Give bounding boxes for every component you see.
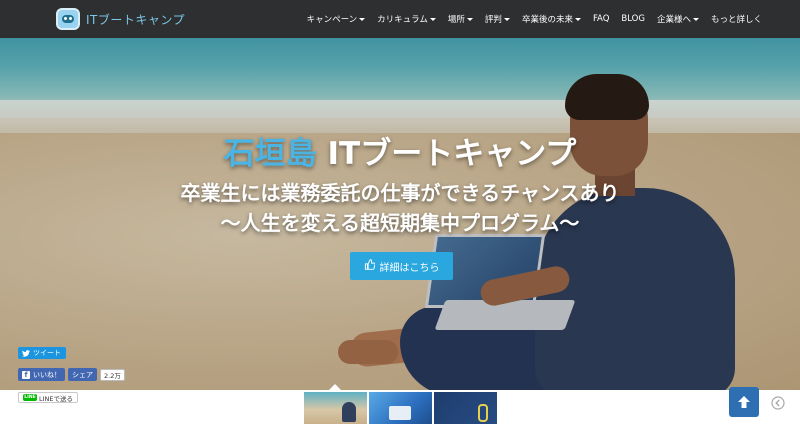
slide-thumbnail-1[interactable]	[304, 392, 367, 424]
facebook-like-button[interactable]: f いいね！	[18, 368, 65, 381]
hero-title: 石垣島 ITブートキャンプ	[0, 128, 800, 173]
facebook-like-label: いいね！	[33, 370, 61, 379]
slide-thumbnail-2[interactable]	[369, 392, 432, 424]
nav-item-label: キャンペーン	[306, 15, 358, 25]
chevron-down-icon	[503, 17, 510, 21]
tweet-button-label: ツイート	[33, 349, 61, 357]
facebook-like-count: 2.2万	[100, 368, 125, 381]
main-nav: キャンペーン カリキュラム 場所 評判 卒業後の未来 FAQ BLOG 企業様へ…	[307, 0, 762, 38]
chevron-down-icon	[429, 17, 436, 21]
chevron-left-icon[interactable]	[768, 392, 788, 414]
tweet-button[interactable]: ツイート	[18, 347, 66, 359]
nav-item-location[interactable]: 場所	[448, 13, 473, 25]
nav-item-faq[interactable]: FAQ	[593, 14, 609, 24]
nav-item-label: 評判	[484, 15, 502, 25]
thumbs-up-icon	[364, 259, 376, 273]
slide-thumbnail-strip: LINE LINEで送る	[0, 390, 800, 424]
robot-logo-icon	[56, 8, 80, 30]
nav-item-label: カリキュラム	[377, 15, 428, 25]
top-navbar: ITブートキャンプ キャンペーン カリキュラム 場所 評判 卒業後の未来 FAQ…	[0, 0, 800, 38]
line-logo-icon: LINE	[23, 394, 37, 401]
facebook-share-label: シェア	[72, 370, 93, 379]
brand-link[interactable]: ITブートキャンプ	[56, 7, 185, 31]
hero-subtitle-line-1: 卒業生には業務委託の仕事ができるチャンスあり	[180, 181, 620, 205]
chevron-down-icon	[359, 17, 366, 21]
nav-item-label: 企業様へ	[656, 15, 691, 25]
nav-item-corporate[interactable]: 企業様へ	[657, 13, 699, 25]
facebook-icon: f	[22, 370, 30, 379]
scroll-to-top-button[interactable]	[729, 387, 759, 417]
nav-item-curriculum[interactable]: カリキュラム	[377, 13, 436, 25]
details-button[interactable]: 詳細はこちら	[350, 252, 453, 280]
nav-item-label: BLOG	[621, 14, 645, 24]
chevron-down-icon	[692, 17, 699, 21]
facebook-buttons: f いいね！ シェア 2.2万	[18, 368, 125, 381]
hero-subtitle-line-2: 〜人生を変える超短期集中プログラム〜	[220, 211, 580, 235]
nav-item-label: FAQ	[592, 14, 610, 24]
nav-item-more[interactable]: もっと詳しく	[711, 13, 762, 25]
hero-subtitle: 卒業生には業務委託の仕事ができるチャンスあり 〜人生を変える超短期集中プログラム…	[0, 178, 800, 238]
chevron-down-icon	[466, 17, 473, 21]
hero-title-rest: ITブートキャンプ	[316, 136, 577, 172]
facebook-share-button[interactable]: シェア	[68, 368, 97, 381]
nav-item-campaign[interactable]: キャンペーン	[307, 13, 366, 25]
active-slide-pointer	[329, 384, 341, 390]
details-button-label: 詳細はこちら	[379, 262, 440, 274]
brand-name: ITブートキャンプ	[86, 12, 186, 27]
line-share-label: LINEで送る	[39, 394, 74, 403]
slide-thumbnail-3[interactable]	[434, 392, 497, 424]
nav-item-label: 場所	[447, 15, 465, 25]
arrow-up-icon	[738, 396, 750, 408]
nav-item-blog[interactable]: BLOG	[621, 14, 645, 24]
hero-title-accent: 石垣島	[223, 136, 317, 172]
nav-item-label: もっと詳しく	[710, 15, 762, 25]
hero-slider: 石垣島 ITブートキャンプ 卒業生には業務委託の仕事ができるチャンスあり 〜人生…	[0, 38, 800, 390]
twitter-bird-icon	[22, 349, 30, 357]
line-share-button[interactable]: LINE LINEで送る	[18, 392, 79, 403]
chevron-down-icon	[574, 17, 581, 21]
nav-item-future[interactable]: 卒業後の未来	[522, 13, 581, 25]
nav-item-reviews[interactable]: 評判	[485, 13, 510, 25]
nav-item-label: 卒業後の未来	[521, 15, 573, 25]
